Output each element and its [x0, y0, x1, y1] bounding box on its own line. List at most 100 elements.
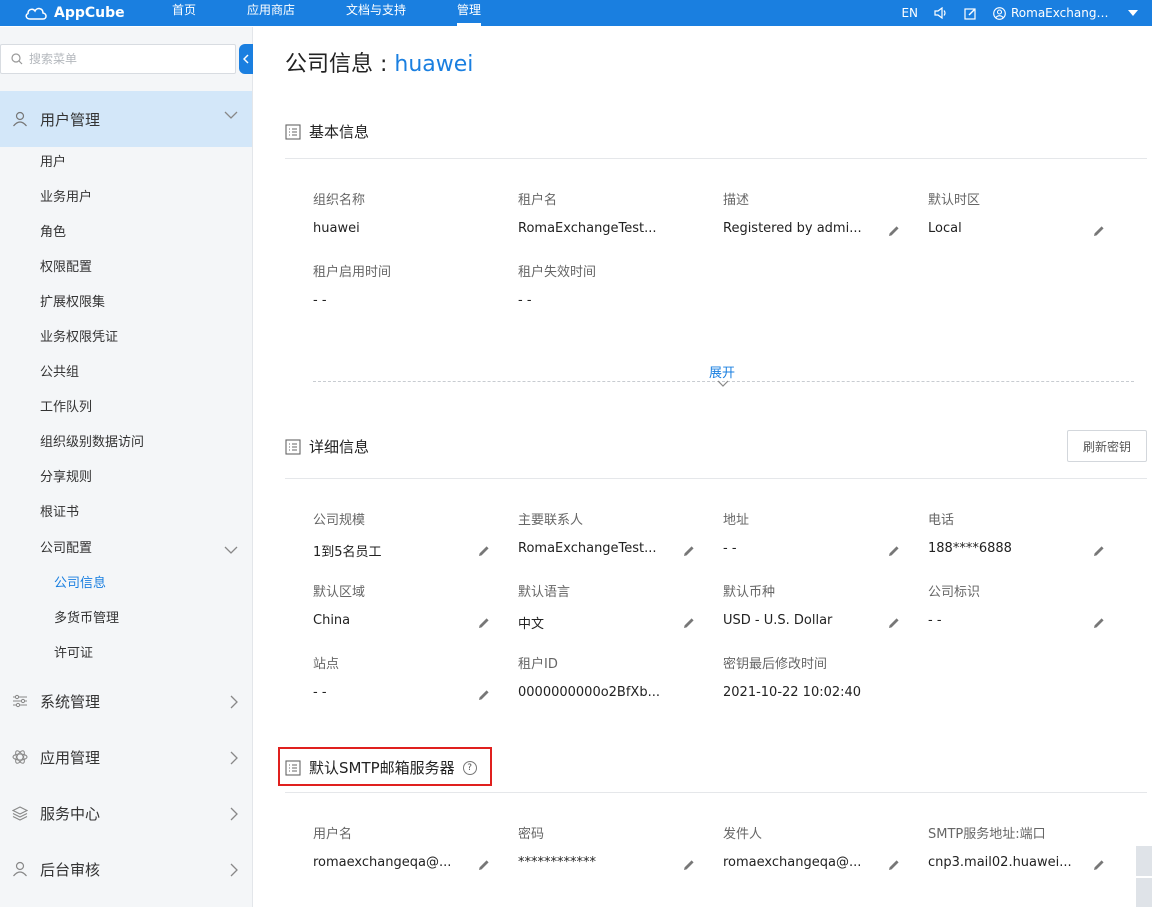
edit-timezone-pencil-icon[interactable] [1093, 225, 1105, 237]
main-nav: 首页 应用商店 文档与支持 管理 [172, 0, 532, 26]
sidebar-group-system-management[interactable]: 系统管理 [0, 673, 252, 729]
field-value-default-timezone: Local [928, 221, 962, 236]
field-label-company-size: 公司规模 [313, 513, 366, 528]
app-name: AppCube [54, 5, 125, 21]
search-icon [11, 53, 23, 65]
nav-docs-support[interactable]: 文档与支持 [346, 0, 406, 26]
page-title-prefix: 公司信息 : [285, 52, 395, 77]
edit-site-pencil-icon[interactable] [478, 689, 490, 701]
app-logo[interactable]: AppCube [24, 5, 172, 21]
edit-smtp-server-pencil-icon[interactable] [1093, 859, 1105, 871]
field-value-company-logo: - - [928, 613, 942, 628]
user-icon [993, 6, 1006, 20]
field-label-tenant-start-time: 租户启用时间 [313, 265, 392, 280]
field-label-primary-contact: 主要联系人 [518, 513, 584, 528]
edit-description-pencil-icon[interactable] [888, 225, 900, 237]
field-label-phone: 电话 [928, 513, 955, 528]
chevron-down-icon[interactable] [224, 546, 238, 554]
language-switch[interactable]: EN [901, 6, 918, 20]
sidebar-collapse-button[interactable] [239, 44, 253, 74]
sidebar-item-company-config[interactable]: 公司配置 [40, 539, 92, 559]
sidebar-item-licenses[interactable]: 许可证 [54, 644, 93, 664]
edit-language-pencil-icon[interactable] [683, 617, 695, 629]
field-value-primary-contact: RomaExchangeTest... [518, 541, 657, 556]
sidebar-group-app-management[interactable]: 应用管理 [0, 729, 252, 785]
field-value-default-language: 中文 [518, 617, 545, 632]
field-label-default-region: 默认区域 [313, 585, 366, 600]
field-label-smtp-server: SMTP服务地址:端口 [928, 827, 1046, 842]
edit-company-size-pencil-icon[interactable] [478, 545, 490, 557]
atom-icon [8, 749, 32, 765]
sidebar-item-users[interactable]: 用户 [40, 153, 66, 173]
field-label-smtp-sender: 发件人 [723, 827, 763, 842]
sidebar-item-multi-currency[interactable]: 多货币管理 [54, 609, 119, 629]
refresh-key-button[interactable]: 刷新密钥 [1067, 430, 1147, 462]
field-label-key-last-modified: 密钥最后修改时间 [723, 657, 828, 672]
speaker-icon[interactable] [934, 7, 948, 19]
field-label-site: 站点 [313, 657, 340, 672]
layers-icon [8, 805, 32, 821]
floating-tool-button[interactable] [1136, 878, 1152, 907]
field-label-org-name: 组织名称 [313, 193, 366, 208]
field-label-smtp-username: 用户名 [313, 827, 353, 842]
edit-primary-contact-pencil-icon[interactable] [683, 545, 695, 557]
highlight-box [278, 747, 492, 786]
field-value-org-name: huawei [313, 221, 360, 236]
edit-smtp-password-pencil-icon[interactable] [683, 859, 695, 871]
section-title: 基本信息 [309, 123, 370, 141]
field-value-phone: 188****6888 [928, 541, 1012, 556]
field-value-smtp-server: cnp3.mail02.huawei... [928, 855, 1072, 870]
page-title: 公司信息 : huawei [285, 46, 473, 78]
menu-search-input[interactable] [29, 52, 219, 66]
sidebar-group-label: 应用管理 [40, 748, 101, 767]
field-value-tenant-end-time: - - [518, 293, 532, 308]
sidebar: 用户管理 用户 业务用户 角色 权限配置 扩展权限集 业务权限凭证 公共组 工作… [0, 27, 253, 907]
sidebar-group-label: 后台审核 [40, 860, 101, 879]
caret-down-icon [1128, 10, 1138, 16]
sidebar-item-roles[interactable]: 角色 [40, 223, 66, 243]
field-label-address: 地址 [723, 513, 750, 528]
sidebar-item-work-queues[interactable]: 工作队列 [40, 398, 92, 418]
edit-note-icon[interactable] [964, 7, 977, 20]
sidebar-item-org-data-access[interactable]: 组织级别数据访问 [40, 433, 144, 453]
section-detail-info: 详细信息 [285, 436, 369, 457]
sidebar-item-permission-config[interactable]: 权限配置 [40, 258, 92, 278]
nav-home[interactable]: 首页 [172, 0, 196, 26]
chevron-down-icon[interactable] [717, 380, 729, 387]
edit-phone-pencil-icon[interactable] [1093, 545, 1105, 557]
edit-logo-pencil-icon[interactable] [1093, 617, 1105, 629]
edit-smtp-username-pencil-icon[interactable] [478, 859, 490, 871]
field-value-tenant-id: 0000000000o2BfXb... [518, 685, 660, 700]
field-value-default-region: China [313, 613, 351, 628]
sidebar-group-user-management[interactable]: 用户管理 [0, 91, 252, 147]
sidebar-item-business-permission-credentials[interactable]: 业务权限凭证 [40, 328, 118, 348]
field-value-tenant-start-time: - - [313, 293, 327, 308]
edit-smtp-sender-pencil-icon[interactable] [888, 859, 900, 871]
field-label-default-timezone: 默认时区 [928, 193, 981, 208]
user-menu[interactable]: RomaExchangeT... [993, 6, 1138, 20]
expand-link[interactable]: 展开 [709, 362, 735, 381]
field-value-default-currency: USD - U.S. Dollar [723, 613, 833, 628]
sidebar-item-sharing-rules[interactable]: 分享规则 [40, 468, 92, 488]
floating-tool-button[interactable] [1136, 846, 1152, 876]
nav-manage[interactable]: 管理 [457, 0, 482, 26]
sidebar-item-company-info[interactable]: 公司信息 [54, 574, 106, 594]
chevron-left-icon [243, 54, 249, 64]
nav-app-store[interactable]: 应用商店 [247, 0, 295, 26]
sidebar-item-business-users[interactable]: 业务用户 [40, 188, 92, 208]
sidebar-item-root-certificates[interactable]: 根证书 [40, 503, 79, 523]
field-label-description: 描述 [723, 193, 750, 208]
chevron-right-icon [230, 807, 238, 821]
field-value-tenant-name: RomaExchangeTest... [518, 221, 657, 236]
sidebar-group-service-center[interactable]: 服务中心 [0, 785, 252, 841]
sidebar-item-public-groups[interactable]: 公共组 [40, 363, 79, 383]
sidebar-item-extended-permission-sets[interactable]: 扩展权限集 [40, 293, 105, 313]
topbar-right: EN RomaExchangeT... [901, 0, 1152, 26]
field-value-company-size: 1到5名员工 [313, 545, 382, 560]
field-label-default-language: 默认语言 [518, 585, 571, 600]
sidebar-group-backend-review[interactable]: 后台审核 [0, 841, 252, 897]
edit-currency-pencil-icon[interactable] [888, 617, 900, 629]
edit-region-pencil-icon[interactable] [478, 617, 490, 629]
edit-address-pencil-icon[interactable] [888, 545, 900, 557]
menu-search-box[interactable] [0, 44, 236, 74]
